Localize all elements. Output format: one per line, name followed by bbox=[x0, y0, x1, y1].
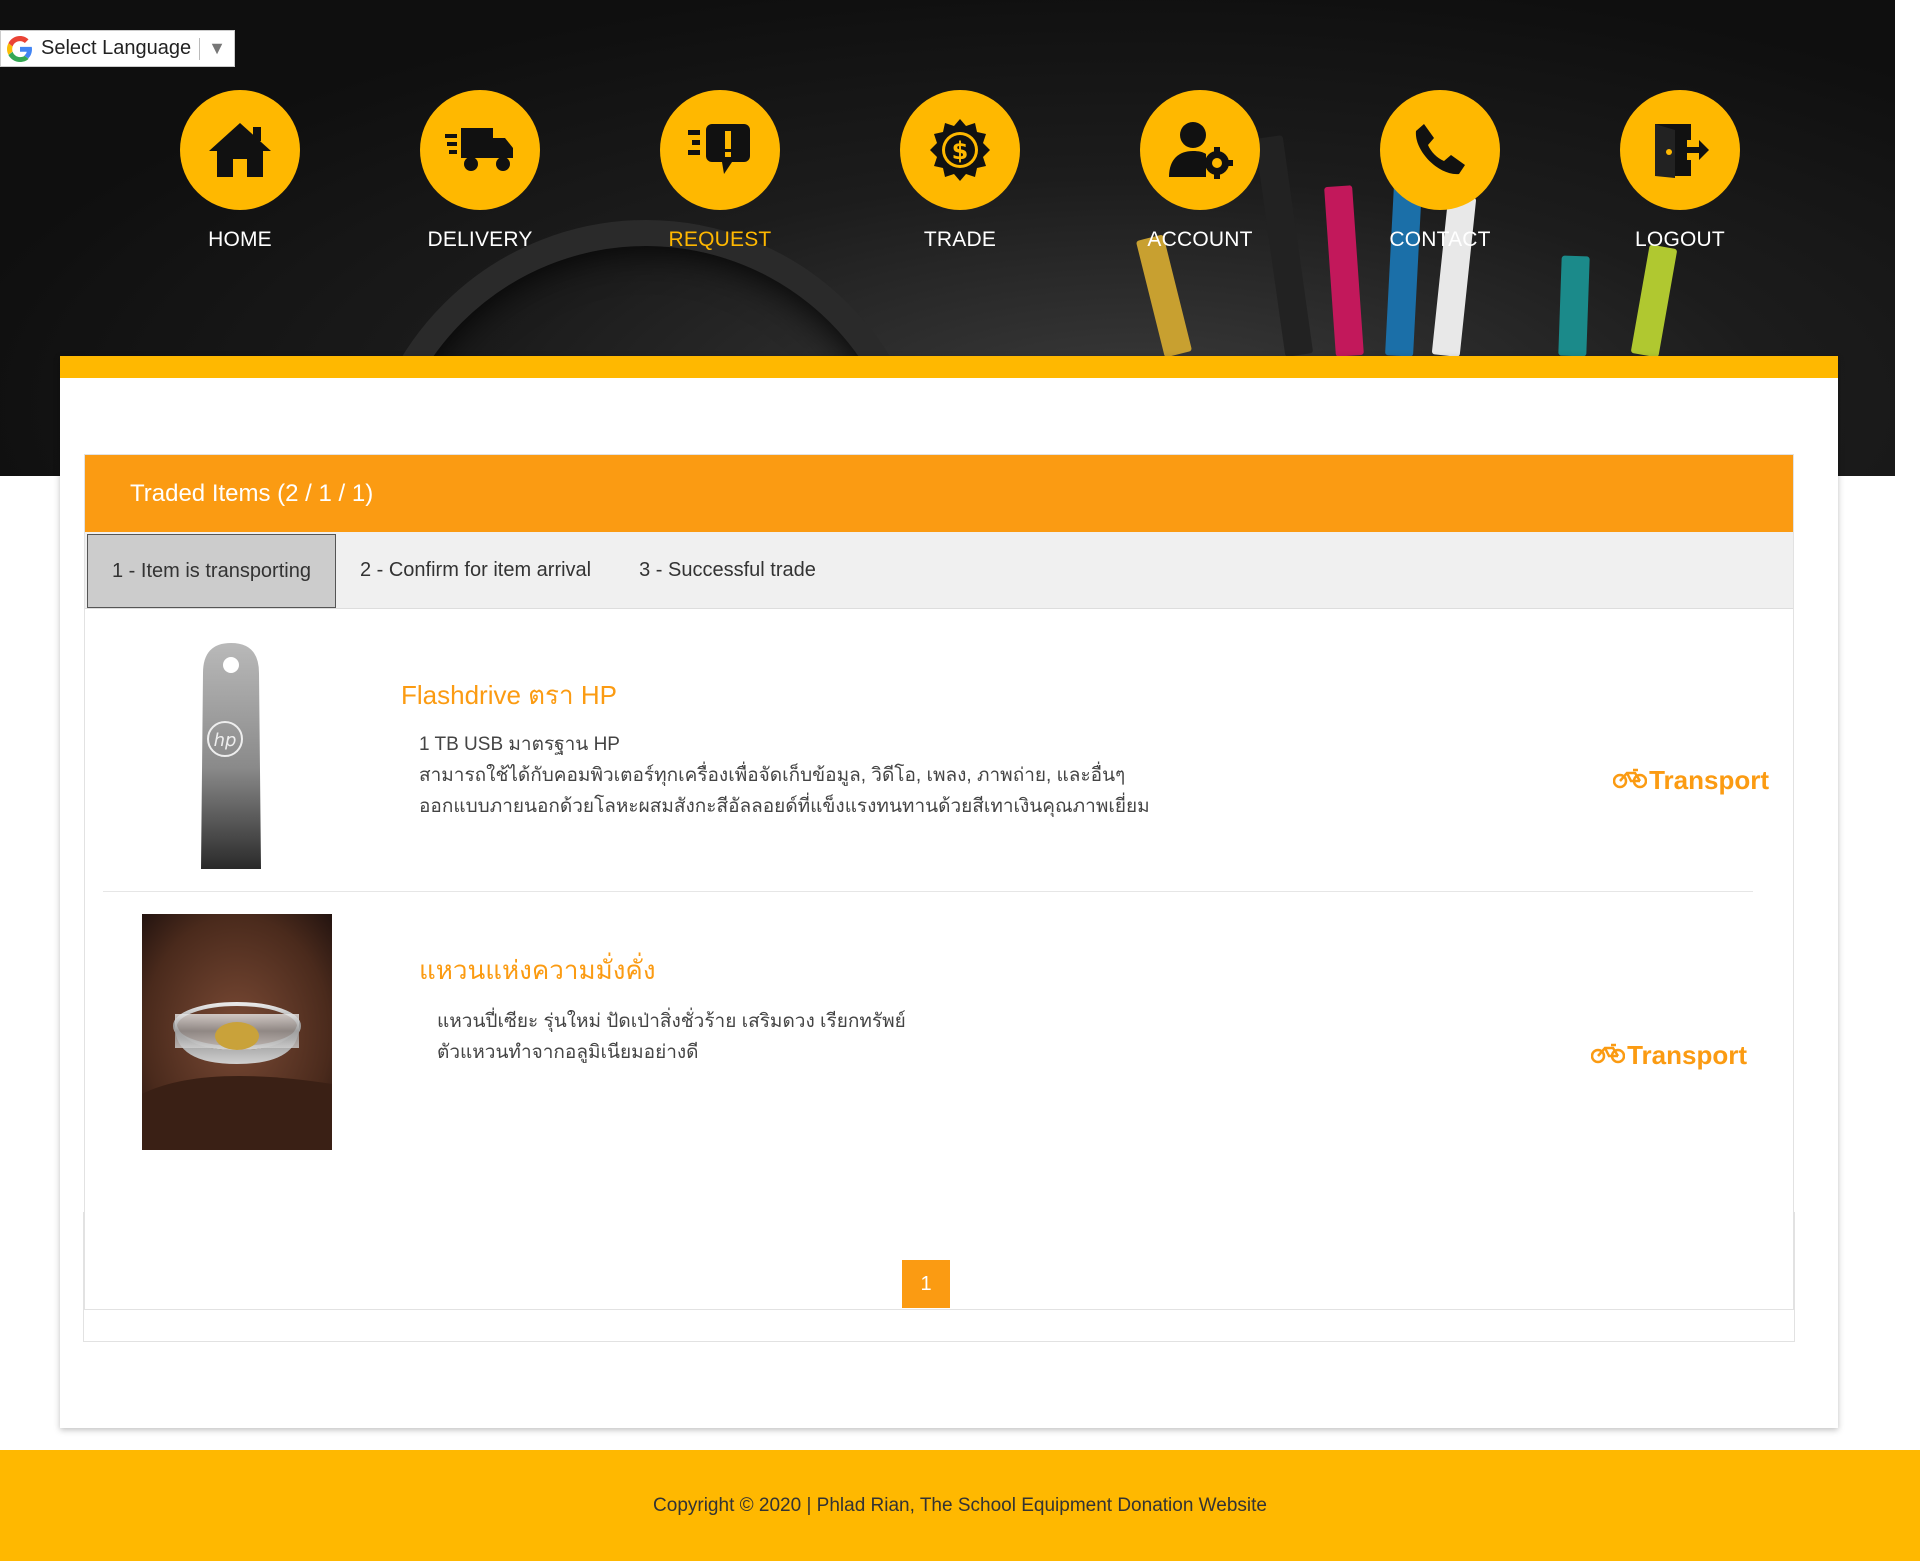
motorcycle-icon bbox=[1590, 1040, 1626, 1071]
svg-text:$: $ bbox=[952, 137, 969, 165]
nav-label: HOME bbox=[208, 228, 272, 251]
copyright-text: Copyright © 2020 | Phlad Rian, The Schoo… bbox=[653, 1494, 1267, 1516]
transport-button[interactable]: Transport bbox=[1612, 765, 1769, 796]
items-list: hp Flashdrive ตรา HP 1 TB USB มาตรฐาน HP… bbox=[85, 609, 1793, 1174]
nav-item-account[interactable]: ACCOUNT bbox=[1120, 90, 1280, 252]
page-button[interactable]: 1 bbox=[902, 1260, 950, 1308]
trade-dollar-icon: $ bbox=[900, 90, 1020, 210]
language-selector[interactable]: Select Language ▼ bbox=[0, 30, 235, 67]
list-item: แหวนแห่งความมั่งคั่ง แหวนปี่เซียะ รุ่นให… bbox=[103, 891, 1753, 1174]
language-label: Select Language bbox=[41, 37, 192, 59]
transport-button[interactable]: Transport bbox=[1590, 1040, 1747, 1071]
transport-label: Transport bbox=[1627, 1040, 1747, 1070]
request-chat-icon bbox=[660, 90, 780, 210]
nav-item-request[interactable]: REQUEST bbox=[640, 90, 800, 252]
pencil-decoration bbox=[1558, 255, 1590, 357]
nav-label: ACCOUNT bbox=[1147, 228, 1253, 251]
main-nav: HOME DELIVERY REQUEST $ TRADE ACCOUNT CO… bbox=[0, 90, 1920, 260]
nav-label: CONTACT bbox=[1389, 228, 1491, 251]
tab-transporting[interactable]: 1 - Item is transporting bbox=[87, 534, 336, 608]
phone-icon bbox=[1380, 90, 1500, 210]
pagination: 1 bbox=[83, 1212, 1795, 1342]
pencil-decoration bbox=[1630, 244, 1678, 358]
item-description: 1 TB USB มาตรฐาน HP สามารถใช้ได้กับคอมพิ… bbox=[419, 729, 1150, 822]
description-line: แหวนปี่เซียะ รุ่นใหม่ ปัดเป่าสิ่งชั่วร้า… bbox=[437, 1011, 906, 1032]
description-line: ออกแบบภายนอกด้วยโลหะผสมสังกะสีอัลลอยด์ที… bbox=[419, 796, 1150, 817]
nav-item-logout[interactable]: LOGOUT bbox=[1600, 90, 1760, 252]
item-description: แหวนปี่เซียะ รุ่นใหม่ ปัดเป่าสิ่งชั่วร้า… bbox=[437, 1006, 906, 1068]
nav-item-delivery[interactable]: DELIVERY bbox=[400, 90, 560, 252]
tab-successful-trade[interactable]: 3 - Successful trade bbox=[615, 532, 840, 609]
google-g-icon bbox=[5, 34, 35, 64]
nav-label: TRADE bbox=[923, 228, 997, 251]
transport-label: Transport bbox=[1649, 765, 1769, 795]
traded-items-card: Traded Items (2 / 1 / 1) 1 - Item is tra… bbox=[84, 454, 1794, 1310]
nav-label: DELIVERY bbox=[427, 228, 533, 251]
item-title: Flashdrive ตรา HP bbox=[401, 680, 617, 710]
home-icon bbox=[180, 90, 300, 210]
delivery-truck-icon bbox=[420, 90, 540, 210]
nav-item-home[interactable]: HOME bbox=[160, 90, 320, 252]
usb-flashdrive-image: hp bbox=[195, 643, 267, 878]
nav-item-trade[interactable]: $ TRADE bbox=[880, 90, 1040, 252]
nav-item-contact[interactable]: CONTACT bbox=[1360, 90, 1520, 252]
card-title: Traded Items (2 / 1 / 1) bbox=[85, 455, 1793, 532]
logout-door-icon bbox=[1620, 90, 1740, 210]
content-panel: Traded Items (2 / 1 / 1) 1 - Item is tra… bbox=[60, 356, 1838, 1428]
description-line: ตัวแหวนทำจากอลูมิเนียมอย่างดี bbox=[437, 1042, 699, 1063]
svg-text:hp: hp bbox=[214, 730, 237, 751]
nav-label: LOGOUT bbox=[1635, 228, 1725, 251]
ring-image bbox=[142, 914, 332, 1155]
description-line: 1 TB USB มาตรฐาน HP bbox=[419, 734, 620, 755]
dropdown-arrow-icon: ▼ bbox=[208, 38, 226, 58]
panel-accent-bar bbox=[60, 356, 1838, 378]
motorcycle-icon bbox=[1612, 765, 1648, 796]
list-item: hp Flashdrive ตรา HP 1 TB USB มาตรฐาน HP… bbox=[85, 609, 1793, 891]
item-title: แหวนแห่งความมั่งคั่ง bbox=[419, 955, 656, 985]
divider bbox=[199, 37, 201, 60]
description-line: สามารถใช้ได้กับคอมพิวเตอร์ทุกเครื่องเพื่… bbox=[419, 765, 1126, 786]
status-tabs: 1 - Item is transporting 2 - Confirm for… bbox=[85, 532, 1793, 609]
footer: Copyright © 2020 | Phlad Rian, The Schoo… bbox=[0, 1450, 1920, 1561]
tab-confirm-arrival[interactable]: 2 - Confirm for item arrival bbox=[336, 532, 615, 609]
account-settings-icon bbox=[1140, 90, 1260, 210]
nav-label: REQUEST bbox=[668, 228, 772, 251]
